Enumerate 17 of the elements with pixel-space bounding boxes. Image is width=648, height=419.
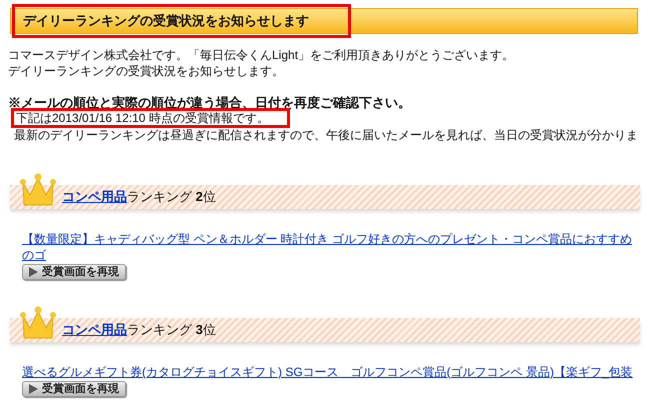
rank-text: ランキング 3位 — [127, 322, 216, 338]
crown-icon — [18, 173, 58, 207]
date-note: 下記は2013/01/16 12:10 時点の受賞情報です。 — [11, 108, 290, 128]
intro-text: デイリーランキングの受賞状況をお知らせします。 — [8, 63, 285, 79]
category-link[interactable]: コンペ用品 — [62, 189, 127, 205]
category-link[interactable]: コンペ用品 — [62, 322, 127, 338]
item-link[interactable]: 選べるグルメギフト券(カタログチョイスギフト) SGコース ゴルフコンペ賞品(ゴルフコンペ 景品)【楽ギフ_包装 — [22, 364, 634, 380]
item-link[interactable]: 【数量限定】キャディバッグ型 ペン＆ホルダー 時計付き ゴルフ好きの方へのプレゼント・コンペ賞品におすすめのゴ — [22, 231, 634, 263]
play-icon — [29, 267, 38, 277]
rank-text: ランキング 2位 — [127, 189, 216, 205]
intro-text: コマースデザイン株式会社です。「毎日伝令くんLight」をご利用頂きありがとうございます。 — [8, 47, 516, 63]
play-icon — [29, 384, 38, 394]
crown-icon — [18, 306, 58, 340]
heading: デイリーランキングの受賞状況をお知らせします — [22, 13, 309, 29]
replay-button[interactable]: 受賞画面を再現 — [22, 264, 126, 280]
note-text: 最新のデイリーランキングは昼過ぎに配信されますので、午後に届いたメールを見れば、当日の受賞状況が分かりま — [13, 127, 639, 143]
replay-button[interactable]: 受賞画面を再現 — [22, 381, 126, 397]
